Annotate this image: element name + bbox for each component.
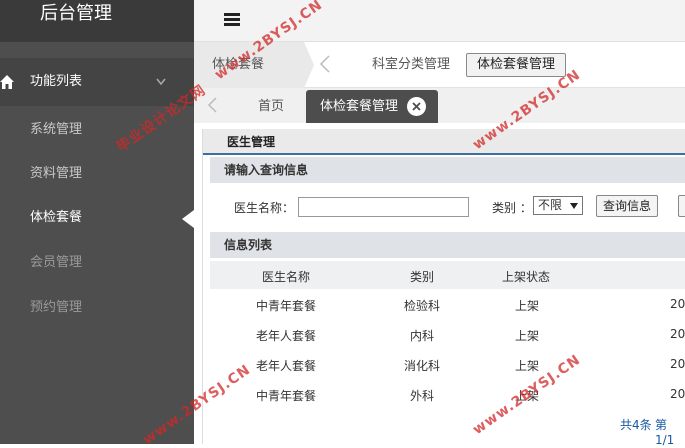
sidebar-item-checkup-package[interactable]: 体检套餐 bbox=[0, 196, 194, 240]
column-header-category: 类别 bbox=[410, 270, 435, 284]
cell-extra: 20 bbox=[670, 387, 685, 401]
breadcrumb-arrow bbox=[304, 42, 314, 88]
cell-extra: 20 bbox=[670, 297, 685, 311]
cell-status: 上架 bbox=[515, 359, 540, 373]
sidebar-group-function-list[interactable]: 功能列表 bbox=[0, 58, 194, 106]
cell-category: 内科 bbox=[410, 329, 435, 343]
sidebar-item-data[interactable]: 资料管理 bbox=[0, 152, 194, 196]
total-count: 共4条 bbox=[620, 418, 652, 432]
cell-status: 上架 bbox=[515, 299, 540, 313]
sidebar-item-members[interactable]: 会员管理 bbox=[0, 241, 194, 285]
cell-category: 外科 bbox=[410, 389, 435, 403]
close-icon[interactable] bbox=[407, 97, 427, 116]
sidebar-item-appointments[interactable]: 预约管理 bbox=[0, 286, 194, 330]
tab-checkup-package-management[interactable]: 体检套餐管理 bbox=[306, 90, 439, 123]
sidebar-item-label: 预约管理 bbox=[30, 300, 83, 315]
cell-name: 老年人套餐 bbox=[256, 329, 317, 343]
cell-name: 中青年套餐 bbox=[256, 389, 317, 403]
category-select[interactable]: 不限 bbox=[533, 196, 583, 215]
category-selected-value: 不限 bbox=[538, 198, 563, 212]
cell-status: 上架 bbox=[515, 329, 540, 343]
category-label: 类别 ： bbox=[492, 201, 532, 215]
query-button[interactable]: 查询信息 bbox=[596, 195, 659, 217]
extra-button[interactable] bbox=[678, 195, 685, 217]
tab-bar: 首页 体检套餐管理 bbox=[194, 88, 685, 123]
tab-home[interactable]: 首页 bbox=[244, 90, 298, 123]
page-indicator[interactable]: 第1/1 bbox=[655, 416, 685, 447]
caret-down-icon bbox=[570, 203, 578, 209]
breadcrumb-link-department[interactable]: 科室分类管理 bbox=[372, 42, 450, 88]
sidebar-item-label: 体检套餐 bbox=[30, 210, 83, 225]
column-header-name: 医生名称 bbox=[262, 270, 311, 284]
list-section-header: 信息列表 bbox=[210, 232, 685, 258]
chevron-left-icon[interactable] bbox=[206, 96, 218, 114]
chevron-down-icon bbox=[156, 78, 166, 86]
doctor-name-input[interactable] bbox=[298, 197, 469, 217]
query-section-header: 请输入查询信息 bbox=[210, 157, 685, 183]
menu-toggle-icon[interactable] bbox=[224, 13, 240, 27]
cell-name: 中青年套餐 bbox=[256, 299, 317, 313]
panel-title: 医生管理 bbox=[203, 129, 685, 155]
sidebar-item-label: 系统管理 bbox=[30, 122, 83, 137]
chevron-left-icon[interactable] bbox=[318, 54, 332, 74]
doctor-name-label: 医生名称： bbox=[234, 201, 295, 215]
cell-extra: 20 bbox=[670, 357, 685, 371]
brand-title: 后台管理 bbox=[0, 0, 194, 42]
cell-extra: 20 bbox=[670, 327, 685, 341]
sidebar-item-label: 资料管理 bbox=[30, 166, 83, 181]
cell-category: 消化科 bbox=[404, 359, 441, 373]
home-icon bbox=[0, 75, 14, 89]
active-pointer bbox=[182, 210, 194, 228]
breadcrumb-active-item[interactable]: 体检套餐管理 bbox=[466, 53, 567, 77]
cell-name: 老年人套餐 bbox=[256, 359, 317, 373]
sidebar-group-label: 功能列表 bbox=[30, 74, 83, 89]
sidebar-item-label: 会员管理 bbox=[30, 255, 83, 270]
tab-label: 体检套餐管理 bbox=[320, 99, 399, 114]
column-header-status: 上架状态 bbox=[502, 270, 551, 284]
cell-category: 检验科 bbox=[404, 299, 441, 313]
sidebar: 后台管理 功能列表 系统管理 资料管理 体检套餐 会员管理 预约管理 bbox=[0, 0, 194, 444]
